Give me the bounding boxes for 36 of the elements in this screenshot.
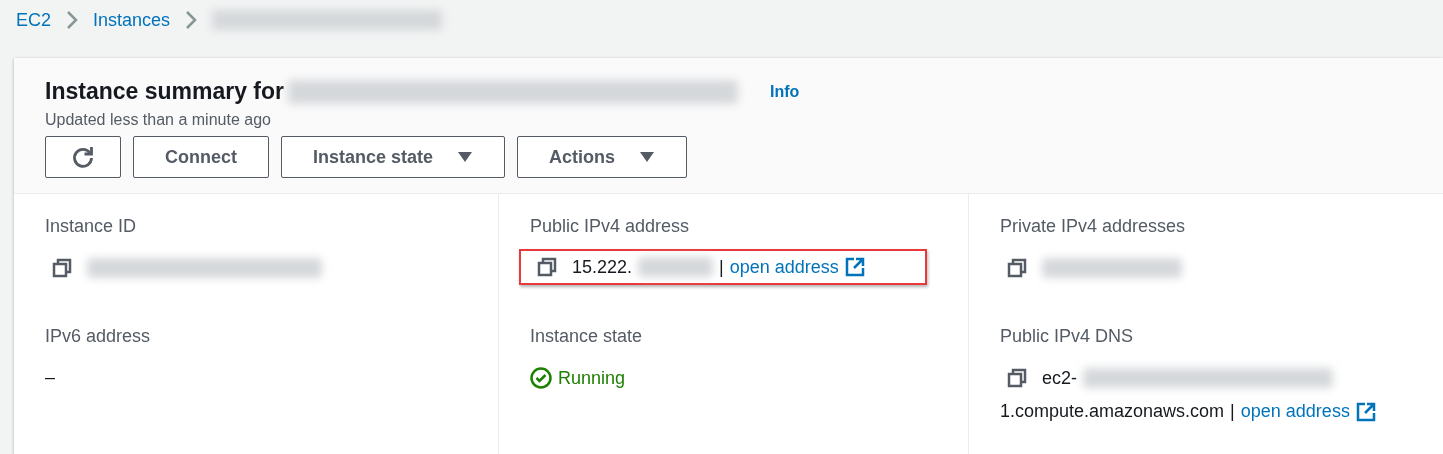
copy-icon[interactable]	[1006, 257, 1028, 279]
caret-icon	[639, 151, 656, 163]
copy-icon[interactable]	[536, 256, 558, 278]
copy-icon[interactable]	[51, 257, 73, 279]
external-link-icon[interactable]	[1355, 401, 1376, 422]
breadcrumb-link[interactable]: EC2	[16, 9, 51, 31]
open-address-link[interactable]: open address	[1240, 401, 1350, 422]
field-label: Public IPv4 address	[530, 216, 691, 237]
copy-icon[interactable]	[1006, 367, 1028, 389]
separator: |	[1230, 401, 1235, 422]
connect-button[interactable]: Connect	[133, 136, 269, 178]
field-value: –	[45, 367, 55, 388]
open-address-link[interactable]: open address	[729, 256, 839, 278]
field-label: IPv6 address	[45, 326, 152, 347]
field-label: Instance state	[530, 326, 644, 347]
dropdown-button[interactable]: Actions	[517, 136, 688, 178]
field-value: 1.compute.amazonaws.com	[1000, 401, 1225, 422]
field-value: 15.222.	[572, 256, 633, 278]
field-label: Instance ID	[45, 216, 138, 237]
field-value: ec2-	[1042, 367, 1077, 389]
check-circle-icon	[530, 367, 552, 389]
page-title: Instance summary for	[45, 78, 285, 105]
status-text: Running	[558, 367, 626, 389]
info-link[interactable]: Info	[770, 82, 800, 101]
refresh-button[interactable]	[45, 136, 121, 178]
chevron-icon	[65, 10, 79, 30]
breadcrumb-link[interactable]: Instances	[93, 9, 171, 31]
updated-text: Updated less than a minute ago	[45, 111, 272, 129]
separator: |	[719, 256, 724, 278]
refresh-icon	[70, 144, 96, 170]
field-label: Public IPv4 DNS	[1000, 326, 1135, 347]
dropdown-button[interactable]: Instance state	[281, 136, 506, 178]
caret-icon	[457, 151, 474, 163]
external-link-icon[interactable]	[844, 257, 865, 277]
chevron-icon	[184, 10, 199, 30]
field-label: Private IPv4 addresses	[1000, 216, 1187, 237]
